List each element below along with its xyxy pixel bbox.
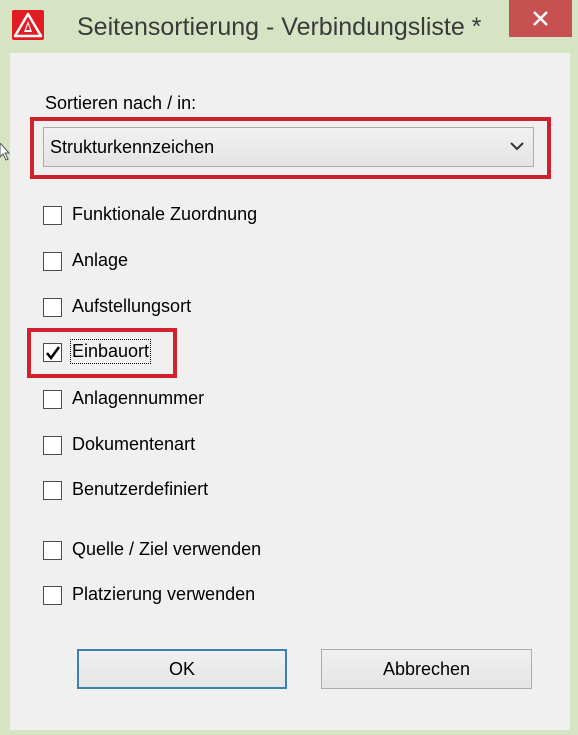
checkbox-label: Platzierung verwenden [72,584,256,604]
checkbox-box[interactable] [43,343,62,362]
checkbox-label: Funktionale Zuordnung [72,204,258,224]
checkbox-label: Aufstellungsort [72,296,192,316]
close-button[interactable] [509,0,572,37]
warning-triangle-icon [12,10,44,40]
sort-by-label: Sortieren nach / in: [45,93,197,113]
title-bar[interactable]: Seitensortierung - Verbindungsliste * [0,0,578,52]
checkbox-label: Quelle / Ziel verwenden [72,539,262,559]
mouse-cursor-icon [0,143,10,161]
checkbox-box[interactable] [43,252,62,271]
close-icon [533,11,548,26]
checkbox-label: Anlage [72,250,129,270]
ok-button[interactable]: OK [77,649,287,689]
checkbox-label: Anlagennummer [72,388,205,408]
window-title: Seitensortierung - Verbindungsliste * [77,13,482,41]
sort-by-selected-value: Strukturkennzeichen [50,137,215,157]
checkbox-label: Dokumentenart [72,434,196,454]
checkbox-box[interactable] [43,298,62,317]
dialog-client-area: Sortieren nach / in: Strukturkennzeichen… [10,53,570,730]
checkbox-label: Einbauort [69,339,152,364]
checkbox-box[interactable] [43,390,62,409]
checkmark-icon [45,346,61,361]
dialog-window: Seitensortierung - Verbindungsliste * So… [0,0,578,735]
checkbox-box[interactable] [43,206,62,225]
cancel-button[interactable]: Abbrechen [321,649,532,689]
checkbox-label: Benutzerdefiniert [72,479,209,499]
checkbox-box[interactable] [43,541,62,560]
checkbox-box[interactable] [43,481,62,500]
chevron-down-icon [510,142,524,151]
checkbox-box[interactable] [43,586,62,605]
sort-by-dropdown[interactable]: Strukturkennzeichen [43,127,534,167]
checkbox-box[interactable] [43,436,62,455]
